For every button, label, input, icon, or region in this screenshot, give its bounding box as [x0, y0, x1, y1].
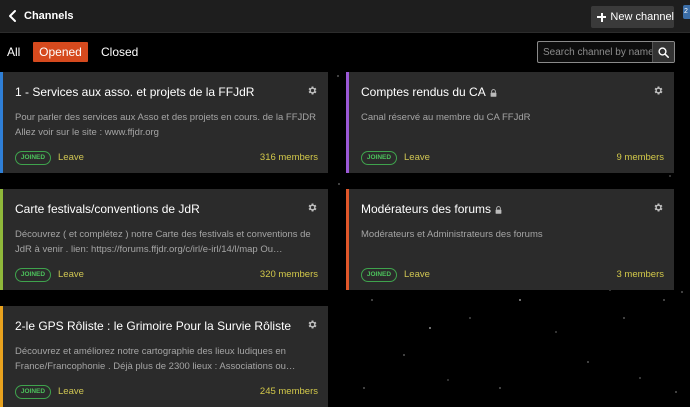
- leave-link[interactable]: Leave: [58, 268, 84, 282]
- top-bar: Channels New channel 2: [0, 0, 690, 33]
- gear-icon[interactable]: [307, 319, 318, 330]
- channel-description: Pour parler des services aux Asso et des…: [15, 112, 316, 138]
- search-button[interactable]: [652, 42, 674, 62]
- members-count: 316 members: [259, 152, 318, 163]
- members-count: 245 members: [259, 386, 318, 397]
- gear-icon[interactable]: [653, 202, 664, 213]
- members-count: 9 members: [616, 152, 664, 163]
- channel-card[interactable]: 1 - Services aux asso. et projets de la …: [0, 72, 328, 173]
- new-channel-button[interactable]: New channel: [591, 6, 674, 28]
- channel-search: [537, 41, 675, 63]
- channel-card[interactable]: Comptes rendus du CA Canal réservé au me…: [346, 72, 674, 173]
- channel-title[interactable]: 1 - Services aux asso. et projets de la …: [15, 85, 292, 99]
- notification-badge[interactable]: 2: [683, 5, 690, 19]
- page-title: Channels: [24, 10, 74, 22]
- lock-icon: [490, 88, 497, 97]
- channel-description: Découvrez ( et complétez ) notre Carte d…: [15, 229, 311, 255]
- channel-title[interactable]: Carte festivals/conventions de JdR: [15, 202, 292, 216]
- filter-tab-closed[interactable]: Closed: [101, 42, 138, 62]
- channel-card[interactable]: Modérateurs des forums Modérateurs et Ad…: [346, 189, 674, 290]
- gear-icon[interactable]: [307, 202, 318, 213]
- filter-tab-all[interactable]: All: [7, 42, 20, 62]
- members-count: 3 members: [616, 269, 664, 280]
- channel-name: 1 - Services aux asso. et projets de la …: [15, 85, 255, 99]
- search-icon: [658, 46, 669, 58]
- joined-badge: JOINED: [15, 151, 51, 165]
- joined-badge: JOINED: [361, 268, 397, 282]
- search-input[interactable]: [538, 42, 652, 62]
- channel-description: Découvrez et améliorez notre cartographi…: [15, 346, 296, 372]
- lock-icon: [495, 205, 502, 214]
- joined-badge: JOINED: [361, 151, 397, 165]
- channel-name: Carte festivals/conventions de JdR: [15, 202, 200, 216]
- plus-icon: [597, 12, 607, 22]
- gear-icon[interactable]: [307, 85, 318, 96]
- chevron-left-icon[interactable]: [6, 9, 20, 23]
- channel-description: Modérateurs et Administrateurs des forum…: [361, 229, 543, 240]
- channel-card[interactable]: 2-le GPS Rôliste : le Grimoire Pour la S…: [0, 306, 328, 407]
- channel-title[interactable]: Comptes rendus du CA: [361, 85, 638, 99]
- leave-link[interactable]: Leave: [58, 385, 84, 399]
- channel-name: Comptes rendus du CA: [361, 85, 486, 99]
- joined-badge: JOINED: [15, 268, 51, 282]
- members-count: 320 members: [259, 269, 318, 280]
- channel-name: Modérateurs des forums: [361, 202, 492, 216]
- leave-link[interactable]: Leave: [404, 268, 430, 282]
- filter-tab-opened[interactable]: Opened: [33, 42, 88, 62]
- channel-title[interactable]: Modérateurs des forums: [361, 202, 638, 216]
- channel-title[interactable]: 2-le GPS Rôliste : le Grimoire Pour la S…: [15, 319, 292, 333]
- channel-card[interactable]: Carte festivals/conventions de JdR Décou…: [0, 189, 328, 290]
- leave-link[interactable]: Leave: [58, 151, 84, 165]
- joined-badge: JOINED: [15, 385, 51, 399]
- channel-name: 2-le GPS Rôliste : le Grimoire Pour la S…: [15, 319, 292, 333]
- leave-link[interactable]: Leave: [404, 151, 430, 165]
- channel-description: Canal réservé au membre du CA FFJdR: [361, 112, 531, 123]
- new-channel-label: New channel: [610, 11, 674, 23]
- gear-icon[interactable]: [653, 85, 664, 96]
